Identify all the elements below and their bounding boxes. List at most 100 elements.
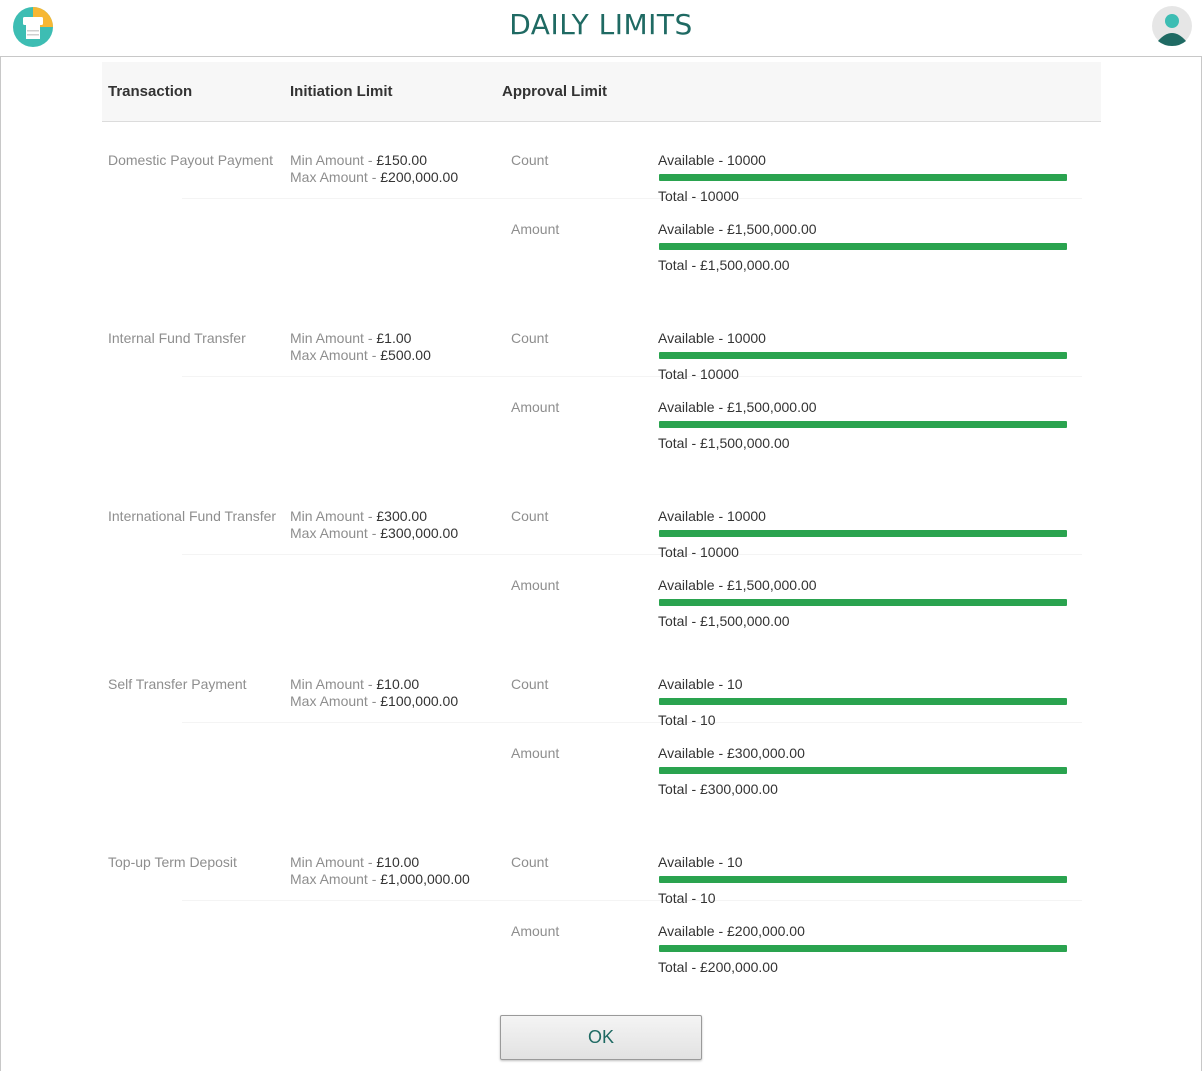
table-row: International Fund Transfer Min Amount - …: [102, 487, 1101, 665]
max-amount-label: Max Amount -: [290, 525, 381, 541]
min-amount-value: £300.00: [376, 508, 427, 524]
amount-available: Available - £300,000.00: [658, 745, 805, 761]
initiation-limit: Min Amount - £300.00 Max Amount - £300,00…: [290, 508, 458, 542]
count-total: Total - 10: [658, 712, 716, 728]
count-limit-meter: Available - 10000 Total - 10000: [658, 508, 1068, 560]
amount-limit-meter: Available - £200,000.00 Total - £200,000.…: [658, 923, 1068, 975]
count-available: Available - 10000: [658, 330, 766, 346]
amount-total: Total - £1,500,000.00: [658, 435, 790, 451]
count-progress-bar: [659, 876, 1067, 883]
min-amount-value: £10.00: [376, 676, 420, 692]
amount-total: Total - £1,500,000.00: [658, 257, 790, 273]
amount-label: Amount: [511, 745, 560, 761]
table-row: Internal Fund Transfer Min Amount - £1.00…: [102, 309, 1101, 487]
dialog-border-left: [0, 57, 1, 1071]
min-amount-label: Min Amount -: [290, 676, 377, 692]
min-amount-line: Min Amount - £1.00: [290, 330, 431, 347]
amount-label: Amount: [511, 399, 560, 415]
count-progress-bar: [659, 698, 1067, 705]
count-total: Total - 10000: [658, 366, 739, 382]
count-label: Count: [511, 152, 549, 168]
min-amount-label: Min Amount -: [290, 330, 377, 346]
amount-limit-meter: Available - £1,500,000.00 Total - £1,500,…: [658, 399, 1068, 451]
min-amount-label: Min Amount -: [290, 152, 377, 168]
count-total: Total - 10000: [658, 544, 739, 560]
count-available: Available - 10000: [658, 152, 766, 168]
count-limit-meter: Available - 10000 Total - 10000: [658, 152, 1068, 204]
amount-total: Total - £200,000.00: [658, 959, 778, 975]
amount-total: Total - £1,500,000.00: [658, 613, 790, 629]
min-amount-value: £150.00: [376, 152, 427, 168]
user-avatar-icon[interactable]: [1151, 5, 1193, 47]
amount-progress-bar: [659, 945, 1067, 952]
amount-limit-meter: Available - £1,500,000.00 Total - £1,500,…: [658, 221, 1068, 273]
max-amount-value: £300,000.00: [380, 525, 459, 541]
column-header-transaction: Transaction: [108, 83, 193, 100]
count-available: Available - 10: [658, 854, 743, 870]
amount-progress-bar: [659, 421, 1067, 428]
count-available: Available - 10000: [658, 508, 766, 524]
min-amount-label: Min Amount -: [290, 854, 377, 870]
min-amount-line: Min Amount - £10.00: [290, 676, 458, 693]
max-amount-line: Max Amount - £300,000.00: [290, 525, 458, 542]
page-title: DAILY LIMITS: [509, 8, 693, 41]
amount-progress-bar: [659, 599, 1067, 606]
amount-progress-bar: [659, 243, 1067, 250]
column-header-approval-limit: Approval Limit: [502, 83, 608, 100]
count-progress-bar: [659, 174, 1067, 181]
transaction-name: International Fund Transfer: [108, 508, 277, 524]
max-amount-value: £500.00: [380, 347, 431, 363]
count-total: Total - 10000: [658, 188, 739, 204]
amount-available: Available - £1,500,000.00: [658, 399, 817, 415]
amount-available: Available - £1,500,000.00: [658, 577, 817, 593]
max-amount-label: Max Amount -: [290, 871, 381, 887]
amount-label: Amount: [511, 923, 560, 939]
transaction-name: Self Transfer Payment: [108, 676, 247, 692]
max-amount-label: Max Amount -: [290, 693, 381, 709]
max-amount-line: Max Amount - £500.00: [290, 347, 431, 364]
column-header-initiation-limit: Initiation Limit: [290, 83, 393, 100]
table-header: Transaction Initiation Limit Approval Li…: [102, 62, 1101, 122]
amount-label: Amount: [511, 221, 560, 237]
max-amount-line: Max Amount - £100,000.00: [290, 693, 458, 710]
count-available: Available - 10: [658, 676, 743, 692]
table-row: Domestic Payout Payment Min Amount - £150…: [102, 131, 1101, 309]
max-amount-line: Max Amount - £200,000.00: [290, 169, 458, 186]
max-amount-line: Max Amount - £1,000,000.00: [290, 871, 470, 888]
amount-total: Total - £300,000.00: [658, 781, 778, 797]
min-amount-line: Min Amount - £300.00: [290, 508, 458, 525]
count-limit-meter: Available - 10000 Total - 10000: [658, 330, 1068, 382]
amount-available: Available - £200,000.00: [658, 923, 805, 939]
table-row: Self Transfer Payment Min Amount - £10.00…: [102, 655, 1101, 833]
amount-label: Amount: [511, 577, 560, 593]
count-label: Count: [511, 330, 549, 346]
initiation-limit: Min Amount - £1.00 Max Amount - £500.00: [290, 330, 431, 364]
app-header: DAILY LIMITS: [0, 0, 1202, 57]
max-amount-value: £100,000.00: [380, 693, 459, 709]
initiation-limit: Min Amount - £150.00 Max Amount - £200,00…: [290, 152, 458, 186]
table-row: Top-up Term Deposit Min Amount - £10.00 Ma…: [102, 833, 1101, 1011]
initiation-limit: Min Amount - £10.00 Max Amount - £100,000…: [290, 676, 458, 710]
amount-limit-meter: Available - £300,000.00 Total - £300,000.…: [658, 745, 1068, 797]
min-amount-value: £10.00: [376, 854, 420, 870]
max-amount-label: Max Amount -: [290, 347, 381, 363]
min-amount-value: £1.00: [376, 330, 412, 346]
transaction-name: Internal Fund Transfer: [108, 330, 246, 346]
max-amount-label: Max Amount -: [290, 169, 381, 185]
amount-limit-meter: Available - £1,500,000.00 Total - £1,500,…: [658, 577, 1068, 629]
count-label: Count: [511, 676, 549, 692]
ok-button[interactable]: OK: [500, 1015, 702, 1060]
count-label: Count: [511, 854, 549, 870]
transaction-name: Domestic Payout Payment: [108, 152, 273, 168]
count-limit-meter: Available - 10 Total - 10: [658, 676, 1068, 728]
min-amount-line: Min Amount - £10.00: [290, 854, 470, 871]
max-amount-value: £1,000,000.00: [380, 871, 470, 887]
transaction-name: Top-up Term Deposit: [108, 854, 237, 870]
min-amount-label: Min Amount -: [290, 508, 377, 524]
count-label: Count: [511, 508, 549, 524]
amount-available: Available - £1,500,000.00: [658, 221, 817, 237]
count-progress-bar: [659, 530, 1067, 537]
min-amount-line: Min Amount - £150.00: [290, 152, 458, 169]
amount-progress-bar: [659, 767, 1067, 774]
count-progress-bar: [659, 352, 1067, 359]
